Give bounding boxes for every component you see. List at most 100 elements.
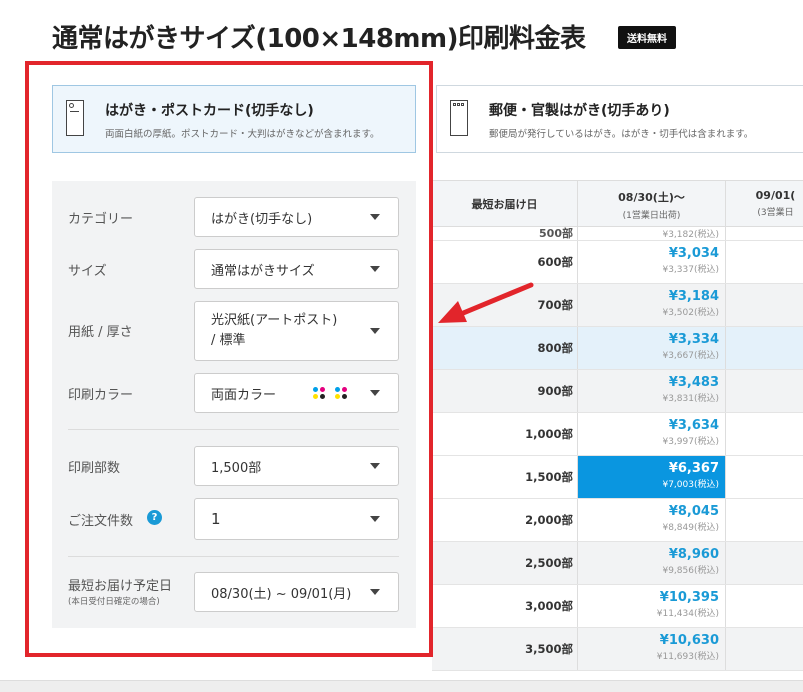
price-tax-included: ¥8,849(税込) — [662, 523, 719, 533]
page-title: 通常はがきサイズ(100×148mm)印刷料金表 — [52, 24, 586, 54]
chevron-down-icon — [370, 516, 380, 522]
price-tax-included: ¥3,337(税込) — [662, 265, 719, 275]
row-quantity: 600部 — [432, 241, 578, 283]
order-count-label: ご注文件数 — [68, 514, 134, 529]
price-cell[interactable]: ¥10,395 ¥11,434(税込) — [578, 585, 726, 627]
delivery-label: 最短お届け予定日 — [68, 579, 173, 594]
delivery-date-select[interactable]: 08/30(土) ~ 09/01(月) — [194, 572, 399, 612]
chevron-down-icon — [370, 328, 380, 334]
price-cell[interactable]: ¥6,367 ¥7,003(税込) — [578, 456, 726, 498]
table-row: 1,000部 ¥3,634 ¥3,997(税込) — [432, 413, 803, 456]
table-row: 600部 ¥3,034 ¥3,337(税込) — [432, 241, 803, 284]
table-row: 2,000部 ¥8,045 ¥8,849(税込) — [432, 499, 803, 542]
price-cell-next[interactable] — [726, 284, 803, 326]
tab-description: 両面白紙の厚紙。ポストカード・大判はがきなどが含まれます。 — [105, 129, 380, 140]
table-row: 500部 ¥3,182(税込) — [432, 227, 803, 241]
price-tax-included: ¥3,667(税込) — [662, 351, 719, 361]
table-header-date-2[interactable]: 09/01( (3営業日 — [726, 181, 803, 227]
price-tax-included: ¥11,434(税込) — [656, 609, 719, 619]
quantity-label: 印刷部数 — [68, 461, 121, 476]
chevron-down-icon — [370, 463, 380, 469]
price-cell-next[interactable] — [726, 499, 803, 541]
postcard-icon — [66, 100, 84, 136]
price-tax-included: ¥3,502(税込) — [662, 308, 719, 318]
price-tax-included: ¥3,997(税込) — [662, 437, 719, 447]
price-cell-next[interactable] — [726, 628, 803, 670]
table-row: 2,500部 ¥8,960 ¥9,856(税込) — [432, 542, 803, 585]
price-amount: ¥3,334 — [668, 332, 719, 347]
price-amount: ¥3,034 — [668, 246, 719, 261]
price-cell[interactable]: ¥3,182(税込) — [578, 227, 726, 240]
price-cell-next[interactable] — [726, 456, 803, 498]
color-select[interactable]: 両面カラー — [194, 373, 399, 413]
size-select[interactable]: 通常はがきサイズ — [194, 249, 399, 289]
help-icon[interactable]: ? — [147, 510, 162, 525]
divider — [68, 429, 399, 430]
price-cell-next[interactable] — [726, 370, 803, 412]
price-cell[interactable]: ¥8,045 ¥8,849(税込) — [578, 499, 726, 541]
price-amount: ¥8,045 — [668, 504, 719, 519]
tab-title: 郵便・官製はがき(切手あり) — [489, 103, 670, 119]
cmyk-ink-icon — [313, 387, 351, 403]
table-header-delivery: 最短お届け日 — [432, 181, 578, 227]
price-cell[interactable]: ¥3,483 ¥3,831(税込) — [578, 370, 726, 412]
table-header-date-1[interactable]: 08/30(土)～ (1営業日出荷) — [578, 181, 726, 227]
divider — [68, 556, 399, 557]
table-row: 3,500部 ¥10,630 ¥11,693(税込) — [432, 628, 803, 671]
chevron-down-icon — [370, 214, 380, 220]
stamped-postcard-icon — [450, 100, 468, 136]
price-cell-next[interactable] — [726, 227, 803, 240]
row-quantity: 700部 — [432, 284, 578, 326]
paper-label: 用紙 / 厚さ — [68, 325, 133, 340]
price-cell-next[interactable] — [726, 241, 803, 283]
price-cell-next[interactable] — [726, 585, 803, 627]
size-label: サイズ — [68, 264, 107, 279]
price-amount: ¥10,630 — [659, 633, 719, 648]
paper-select[interactable]: 光沢紙(アートポスト) / 標準 — [194, 301, 399, 361]
row-quantity: 500部 — [432, 227, 578, 240]
category-select[interactable]: はがき(切手なし) — [194, 197, 399, 237]
tab-title: はがき・ポストカード(切手なし) — [105, 103, 314, 119]
price-tax-included: ¥3,831(税込) — [662, 394, 719, 404]
price-tax-included: ¥7,003(税込) — [662, 480, 719, 490]
row-quantity: 2,500部 — [432, 542, 578, 584]
row-quantity: 3,500部 — [432, 628, 578, 670]
tab-official-postcard[interactable]: 郵便・官製はがき(切手あり) 郵便局が発行しているはがき。はがき・切手代は含まれ… — [436, 85, 803, 153]
price-cell-next[interactable] — [726, 542, 803, 584]
tab-postcard-no-stamp[interactable]: はがき・ポストカード(切手なし) 両面白紙の厚紙。ポストカード・大判はがきなどが… — [52, 85, 416, 153]
table-row: 900部 ¥3,483 ¥3,831(税込) — [432, 370, 803, 413]
price-cell[interactable]: ¥3,334 ¥3,667(税込) — [578, 327, 726, 369]
price-tax-included: ¥11,693(税込) — [656, 652, 719, 662]
row-quantity: 3,000部 — [432, 585, 578, 627]
chevron-down-icon — [370, 589, 380, 595]
price-cell-next[interactable] — [726, 413, 803, 455]
price-cell-next[interactable] — [726, 327, 803, 369]
price-cell[interactable]: ¥3,034 ¥3,337(税込) — [578, 241, 726, 283]
chevron-down-icon — [370, 390, 380, 396]
row-quantity: 900部 — [432, 370, 578, 412]
order-count-select[interactable]: 1 — [194, 498, 399, 540]
color-label: 印刷カラー — [68, 388, 134, 403]
price-amount: ¥3,634 — [668, 418, 719, 433]
table-row: 1,500部 ¥6,367 ¥7,003(税込) — [432, 456, 803, 499]
table-row: 800部 ¥3,334 ¥3,667(税込) — [432, 327, 803, 370]
chevron-down-icon — [370, 266, 380, 272]
price-cell[interactable]: ¥3,184 ¥3,502(税込) — [578, 284, 726, 326]
price-cell[interactable]: ¥8,960 ¥9,856(税込) — [578, 542, 726, 584]
price-amount: ¥3,184 — [668, 289, 719, 304]
quantity-select[interactable]: 1,500部 — [194, 446, 399, 486]
tab-description: 郵便局が発行しているはがき。はがき・切手代は含まれます。 — [489, 129, 754, 140]
row-quantity: 1,500部 — [432, 456, 578, 498]
price-cell[interactable]: ¥3,634 ¥3,997(税込) — [578, 413, 726, 455]
delivery-sublabel: (本日受付日確定の場合) — [68, 597, 160, 607]
price-amount: ¥10,395 — [659, 590, 719, 605]
price-amount: ¥6,367 — [668, 461, 719, 476]
options-form: カテゴリー はがき(切手なし) サイズ 通常はがきサイズ 用紙 / 厚さ 光沢紙… — [52, 181, 416, 628]
row-quantity: 1,000部 — [432, 413, 578, 455]
table-row: 3,000部 ¥10,395 ¥11,434(税込) — [432, 585, 803, 628]
price-amount: ¥3,483 — [668, 375, 719, 390]
price-cell[interactable]: ¥10,630 ¥11,693(税込) — [578, 628, 726, 670]
price-table: 最短お届け日 08/30(土)～ (1営業日出荷) 09/01( (3営業日 5… — [432, 180, 803, 680]
price-tax-included: ¥9,856(税込) — [662, 566, 719, 576]
price-amount: ¥8,960 — [668, 547, 719, 562]
